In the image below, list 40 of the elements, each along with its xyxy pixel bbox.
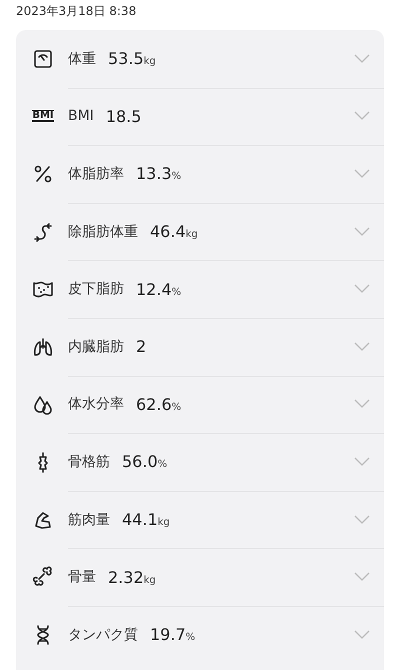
metric-value: 46.4kg <box>150 222 198 242</box>
chevron-icon[interactable] <box>354 514 370 525</box>
scale-icon <box>32 48 54 70</box>
chevron-icon[interactable] <box>354 284 370 294</box>
curved-arrows-icon <box>32 220 54 243</box>
chevron-icon[interactable] <box>354 111 370 122</box>
chevron-icon[interactable] <box>354 456 370 467</box>
metric-label: BMI <box>68 108 94 124</box>
chevron-icon[interactable] <box>354 630 370 640</box>
metric-value: 53.5kg <box>108 49 156 68</box>
chevron-icon[interactable] <box>354 399 370 410</box>
water-drops-icon <box>32 393 54 416</box>
metric-value: 44.1kg <box>122 510 170 530</box>
metric-value: 62.6% <box>136 394 182 414</box>
chevron-icon[interactable] <box>354 168 370 179</box>
metric-value: 2 <box>136 337 146 356</box>
bone-icon <box>32 566 54 588</box>
timestamp: 2023年3月18日 8:38 <box>15 3 138 20</box>
metric-label: タンパク質 <box>68 626 138 644</box>
metric-value: 13.3% <box>136 164 182 184</box>
metric-value: 2.32kg <box>108 568 156 587</box>
metric-label: 筋肉量 <box>68 510 110 529</box>
metric-value: 12.4% <box>136 280 182 299</box>
metric-value: 18.5 <box>106 106 142 126</box>
metric-label: 内臓脂肪 <box>68 338 124 356</box>
metric-label: 骨量 <box>68 568 96 586</box>
chevron-icon[interactable] <box>354 572 370 582</box>
metric-label: 骨格筋 <box>68 452 110 471</box>
lungs-icon <box>32 336 54 358</box>
chevron-icon[interactable] <box>354 54 370 64</box>
chevron-icon[interactable] <box>354 342 370 352</box>
metric-label: 体水分率 <box>68 395 124 414</box>
metric-label: 体脂肪率 <box>68 164 124 183</box>
metric-value: 56.0% <box>122 452 168 472</box>
metric-label: 除脂肪体重 <box>68 222 138 241</box>
percent-icon <box>32 162 54 185</box>
metric-label: 皮下脂肪 <box>68 280 124 298</box>
chevron-icon[interactable] <box>354 226 370 237</box>
metric-value: 19.7% <box>150 625 196 644</box>
metric-label: 体重 <box>68 50 96 68</box>
